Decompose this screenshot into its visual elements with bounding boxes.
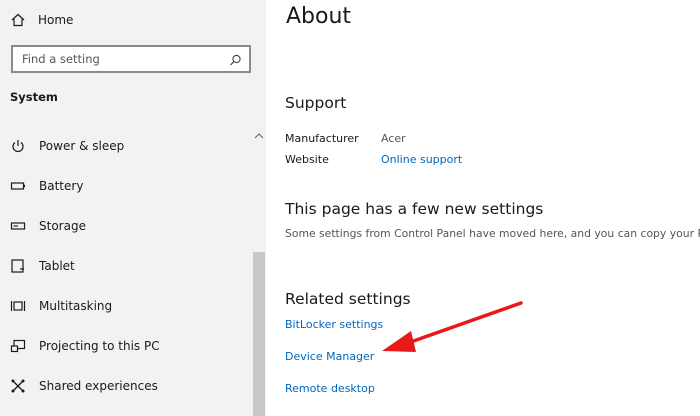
power-icon xyxy=(10,138,26,154)
device-manager-link[interactable]: Device Manager xyxy=(285,350,374,363)
sidebar-item-label: Projecting to this PC xyxy=(39,339,160,353)
sidebar-item-label: Battery xyxy=(39,179,84,193)
sidebar: Home System Power & sleep Battery Storag… xyxy=(0,0,266,416)
sidebar-item-power-sleep[interactable]: Power & sleep xyxy=(10,134,240,158)
website-label: Website xyxy=(285,153,329,166)
sidebar-item-storage[interactable]: Storage xyxy=(10,214,240,238)
projecting-icon xyxy=(10,338,26,354)
home-icon xyxy=(10,12,26,28)
section-label-system: System xyxy=(10,90,58,104)
storage-icon xyxy=(10,218,26,234)
remote-desktop-link[interactable]: Remote desktop xyxy=(285,382,375,395)
new-settings-heading: This page has a few new settings xyxy=(285,200,544,218)
bitlocker-settings-link[interactable]: BitLocker settings xyxy=(285,318,383,331)
sidebar-item-label: Power & sleep xyxy=(39,139,125,153)
search-box[interactable] xyxy=(11,45,251,73)
sidebar-item-battery[interactable]: Battery xyxy=(10,174,240,198)
sidebar-item-label: Shared experiences xyxy=(39,379,158,393)
sidebar-item-projecting[interactable]: Projecting to this PC xyxy=(10,334,240,358)
online-support-link[interactable]: Online support xyxy=(381,153,462,166)
scroll-up-icon[interactable] xyxy=(253,126,265,145)
scrollbar-thumb[interactable] xyxy=(253,252,265,416)
manufacturer-value: Acer xyxy=(381,132,406,145)
tablet-icon xyxy=(10,258,26,274)
search-icon[interactable] xyxy=(229,52,242,71)
home-label: Home xyxy=(38,13,74,27)
manufacturer-label: Manufacturer xyxy=(285,132,359,145)
new-settings-description: Some settings from Control Panel have mo… xyxy=(285,227,700,240)
sidebar-item-shared-experiences[interactable]: Shared experiences xyxy=(10,374,240,398)
sidebar-item-label: Tablet xyxy=(39,259,75,273)
sidebar-item-label: Storage xyxy=(39,219,86,233)
multitasking-icon xyxy=(10,298,26,314)
battery-icon xyxy=(10,178,26,194)
support-heading: Support xyxy=(285,94,347,112)
sidebar-item-tablet[interactable]: Tablet xyxy=(10,254,240,278)
search-input[interactable] xyxy=(13,52,222,66)
page-title: About xyxy=(286,4,352,29)
main-content: About Support Manufacturer Acer Website … xyxy=(266,0,700,416)
related-settings-heading: Related settings xyxy=(285,290,411,308)
sidebar-item-label: Multitasking xyxy=(39,299,113,313)
shared-experiences-icon xyxy=(10,378,26,394)
home-nav-item[interactable]: Home xyxy=(10,8,73,32)
sidebar-item-multitasking[interactable]: Multitasking xyxy=(10,294,240,318)
